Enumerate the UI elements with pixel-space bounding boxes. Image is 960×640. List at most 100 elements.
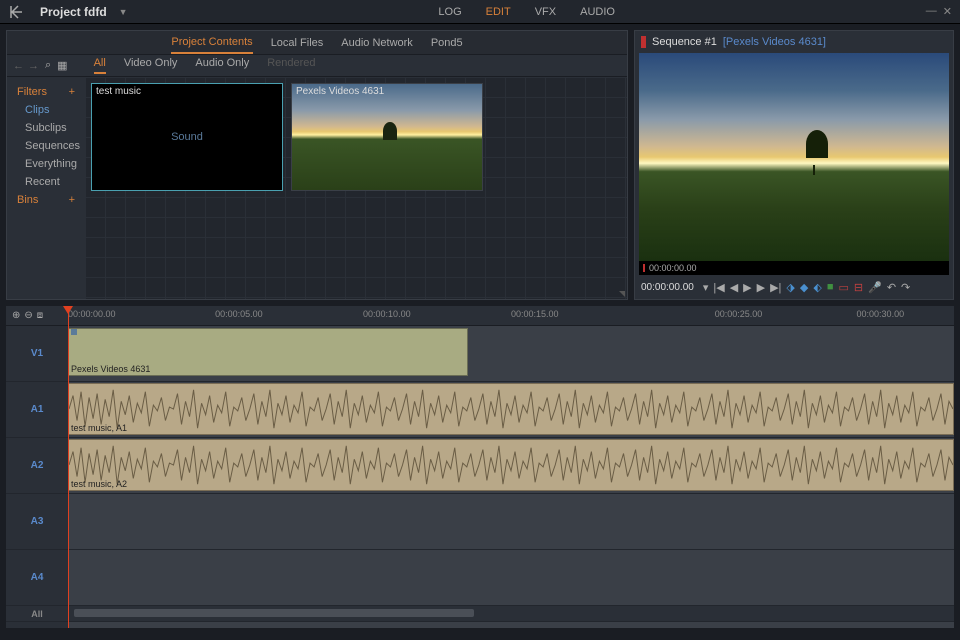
ruler-ticks: 00:00:00.00 00:00:05.00 00:00:10.00 00:0… xyxy=(68,306,954,325)
timecode-dropdown-icon[interactable]: ▾ xyxy=(703,281,709,294)
project-dropdown-icon[interactable]: ▼ xyxy=(119,7,128,17)
clip-reference: [Pexels Videos 4631] xyxy=(723,36,826,48)
audio-clip-a1[interactable]: test music, A1 xyxy=(68,383,954,435)
timeline-panel: ⊕ ⊖ ⧈ 00:00:00.00 00:00:05.00 00:00:10.0… xyxy=(0,306,960,634)
snap-icon[interactable]: ⧈ xyxy=(37,310,43,321)
track-a2[interactable]: test music, A2 xyxy=(68,438,954,494)
back-icon[interactable] xyxy=(8,4,24,20)
in-point-icon[interactable]: ⬗ xyxy=(786,281,794,294)
audio-clip-label: test music, A2 xyxy=(71,479,127,489)
undo-icon[interactable]: ↶ xyxy=(887,281,896,294)
track-header-a2[interactable]: A2 xyxy=(6,438,68,494)
project-title: Project fdfd xyxy=(40,5,107,19)
goto-end-icon[interactable]: ▶| xyxy=(770,281,781,294)
track-header-a4[interactable]: A4 xyxy=(6,550,68,606)
out-point-icon[interactable]: ⬖ xyxy=(813,281,821,294)
filters-header: Filters + xyxy=(11,83,81,101)
sidebar-item-everything[interactable]: Everything xyxy=(11,155,81,173)
step-forward-icon[interactable]: ▶ xyxy=(757,281,765,294)
add-bin-icon[interactable]: + xyxy=(69,194,75,206)
marker-icon[interactable]: ◆ xyxy=(800,281,808,294)
timeline-scrollbar[interactable] xyxy=(74,609,474,617)
window-controls: — ✕ xyxy=(926,5,952,18)
tab-project-contents[interactable]: Project Contents xyxy=(171,32,252,54)
search-icon[interactable]: ⌕ xyxy=(45,59,51,72)
track-headers: V1 A1 A2 A3 A4 All xyxy=(6,326,68,628)
tab-audio-network[interactable]: Audio Network xyxy=(341,33,413,53)
zoom-in-icon[interactable]: ⊕ xyxy=(12,310,20,321)
workspace-tabs: LOG EDIT VFX AUDIO xyxy=(438,6,615,18)
overwrite-icon[interactable]: ▭ xyxy=(838,281,848,294)
mic-icon[interactable]: 🎤 xyxy=(868,281,882,294)
track-a4[interactable] xyxy=(68,550,954,606)
sidebar-item-subclips[interactable]: Subclips xyxy=(11,119,81,137)
redo-icon[interactable]: ↷ xyxy=(901,281,910,294)
media-panel: Project Contents Local Files Audio Netwo… xyxy=(6,30,628,300)
track-header-a1[interactable]: A1 xyxy=(6,382,68,438)
replace-icon[interactable]: ⊟ xyxy=(854,281,863,294)
zoom-out-icon[interactable]: ⊖ xyxy=(24,310,32,321)
playhead[interactable] xyxy=(68,306,69,628)
filter-rendered: Rendered xyxy=(267,57,315,74)
track-a1[interactable]: test music, A1 xyxy=(68,382,954,438)
viewer-scrubber[interactable]: 00:00:00.00 xyxy=(639,261,949,275)
ruler-tick: 00:00:10.00 xyxy=(363,309,411,319)
scrubber-time: 00:00:00.00 xyxy=(649,263,697,273)
waveform xyxy=(69,440,953,490)
track-header-a3[interactable]: A3 xyxy=(6,494,68,550)
audio-clip-label: test music, A1 xyxy=(71,423,127,433)
clip-thumbnail-video[interactable]: Pexels Videos 4631 xyxy=(291,83,483,191)
sequence-name[interactable]: Sequence #1 xyxy=(652,36,717,48)
scrubber-playhead-icon[interactable] xyxy=(643,264,645,272)
insert-icon[interactable]: ■ xyxy=(827,281,834,293)
sidebar-item-clips[interactable]: Clips xyxy=(11,101,81,119)
track-header-v1[interactable]: V1 xyxy=(6,326,68,382)
tab-edit[interactable]: EDIT xyxy=(486,6,511,18)
ruler-tick: 00:00:05.00 xyxy=(215,309,263,319)
clip-label: test music xyxy=(96,86,141,97)
sidebar-item-sequences[interactable]: Sequences xyxy=(11,137,81,155)
filter-all[interactable]: All xyxy=(94,57,106,74)
filters-label: Filters xyxy=(17,86,47,98)
viewer-display[interactable] xyxy=(639,53,949,261)
clip-marker-icon xyxy=(71,329,77,335)
viewer-timecode: 00:00:00.00 xyxy=(641,282,694,293)
media-grid: test music Sound Pexels Videos 4631 xyxy=(85,77,627,299)
viewer-header: Sequence #1 [Pexels Videos 4631] xyxy=(635,31,953,53)
media-toolbar: ← → ⌕ ▦ All Video Only Audio Only Render… xyxy=(7,55,627,77)
nav-back-icon[interactable]: ← xyxy=(13,60,24,72)
filter-audio-only[interactable]: Audio Only xyxy=(195,57,249,74)
track-all[interactable] xyxy=(68,606,954,622)
sound-placeholder: Sound xyxy=(171,131,203,143)
play-icon[interactable]: ▶ xyxy=(743,281,751,294)
viewer-panel: Sequence #1 [Pexels Videos 4631] 00:00:0… xyxy=(634,30,954,300)
minimize-icon[interactable]: — xyxy=(926,5,937,18)
sequence-marker-icon xyxy=(641,36,646,48)
tab-audio[interactable]: AUDIO xyxy=(580,6,615,18)
timeline-ruler[interactable]: ⊕ ⊖ ⧈ 00:00:00.00 00:00:05.00 00:00:10.0… xyxy=(6,306,954,326)
track-header-all[interactable]: All xyxy=(6,606,68,622)
top-bar: Project fdfd ▼ LOG EDIT VFX AUDIO — ✕ xyxy=(0,0,960,24)
media-tabs: Project Contents Local Files Audio Netwo… xyxy=(7,31,627,55)
track-a3[interactable] xyxy=(68,494,954,550)
grid-view-icon[interactable]: ▦ xyxy=(57,59,67,72)
track-v1[interactable]: Pexels Videos 4631 xyxy=(68,326,954,382)
tab-log[interactable]: LOG xyxy=(438,6,461,18)
ruler-tick: 00:00:00.00 xyxy=(68,309,116,319)
waveform xyxy=(69,384,953,434)
add-filter-icon[interactable]: + xyxy=(69,86,75,98)
close-icon[interactable]: ✕ xyxy=(943,5,952,18)
track-area[interactable]: Pexels Videos 4631 test music, A1 test m… xyxy=(68,326,954,628)
video-clip[interactable]: Pexels Videos 4631 xyxy=(68,328,468,376)
sidebar-item-recent[interactable]: Recent xyxy=(11,173,81,191)
audio-clip-a2[interactable]: test music, A2 xyxy=(68,439,954,491)
filter-video-only[interactable]: Video Only xyxy=(124,57,178,74)
step-back-icon[interactable]: ◀ xyxy=(730,281,738,294)
clip-thumbnail-audio[interactable]: test music Sound xyxy=(91,83,283,191)
nav-forward-icon[interactable]: → xyxy=(28,60,39,72)
tab-pond5[interactable]: Pond5 xyxy=(431,33,463,53)
tab-local-files[interactable]: Local Files xyxy=(271,33,324,53)
goto-start-icon[interactable]: |◀ xyxy=(713,281,724,294)
tab-vfx[interactable]: VFX xyxy=(535,6,556,18)
ruler-tick: 00:00:30.00 xyxy=(857,309,905,319)
